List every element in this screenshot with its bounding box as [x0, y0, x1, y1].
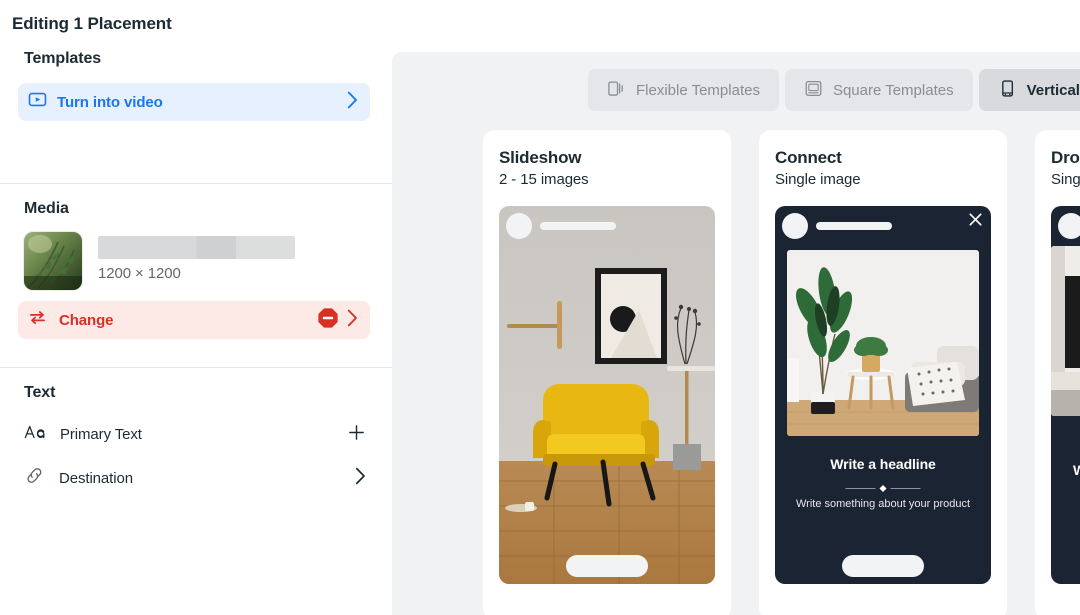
connect-headline: Write a headline: [830, 456, 936, 472]
card-subtitle: Single: [1051, 171, 1080, 188]
tab-flexible-templates-label: Flexible Templates: [636, 81, 760, 99]
drop-preview[interactable]: W: [1051, 206, 1080, 584]
template-card-slideshow[interactable]: Slideshow 2 - 15 images: [483, 130, 731, 615]
connect-preview[interactable]: Write a headline Write something about y…: [775, 206, 991, 584]
card-subtitle: 2 - 15 images: [499, 171, 589, 188]
destination-row[interactable]: Destination: [12, 456, 380, 500]
media-meta: 1200 × 1200: [98, 232, 295, 282]
play-video-icon: [28, 90, 47, 114]
templates-heading: Templates: [24, 50, 102, 67]
tab-square-templates[interactable]: Square Templates: [784, 69, 973, 111]
avatar: [506, 213, 532, 239]
close-icon[interactable]: [968, 212, 983, 230]
media-thumbnail[interactable]: [24, 232, 82, 290]
templates-panel: Flexible Templates Square Templates Vert…: [392, 52, 1080, 615]
template-card-connect[interactable]: Connect Single image Write a headline Wr…: [759, 130, 1007, 615]
drop-photo: [1051, 246, 1080, 416]
template-card-drop[interactable]: Drop Single: [1035, 130, 1080, 615]
left-sidebar: Editing 1 Placement Templates Turn into …: [0, 0, 392, 615]
card-subtitle: Single image: [775, 171, 861, 188]
card-title: Slideshow: [499, 148, 582, 167]
vertical-templates-icon: [998, 79, 1017, 102]
templates-section: Templates Turn into video: [0, 34, 392, 183]
media-file-row: 1200 × 1200: [24, 232, 380, 290]
connect-photo: [787, 250, 979, 436]
media-heading: Media: [24, 200, 69, 217]
tab-vertical-templates-label: Vertical Templates: [1026, 81, 1080, 99]
turn-into-video-label: Turn into video: [57, 93, 163, 111]
tab-flexible-templates[interactable]: Flexible Templates: [588, 69, 779, 111]
text-heading: Text: [24, 384, 56, 401]
chevron-right-icon[interactable]: [355, 467, 366, 490]
placeholder-name-bar: [540, 222, 616, 230]
error-octagon-icon: [317, 307, 339, 334]
home-indicator: [842, 555, 924, 577]
page-title: Editing 1 Placement: [12, 14, 172, 33]
drop-headline-partial: W: [1073, 462, 1080, 478]
tab-vertical-templates[interactable]: Vertical Templates: [978, 69, 1080, 111]
ornament-divider: [845, 484, 921, 493]
change-media-button[interactable]: Change: [18, 301, 370, 339]
card-title: Drop: [1051, 148, 1080, 167]
media-section: Media 1200 × 1200 Change: [0, 184, 392, 339]
plus-icon[interactable]: [347, 423, 366, 446]
home-indicator: [566, 555, 648, 577]
swap-arrows-icon: [28, 308, 47, 332]
change-media-label: Change: [59, 311, 114, 329]
connect-body-text: Write something about your product: [795, 498, 971, 510]
primary-text-label: Primary Text: [60, 425, 142, 443]
redacted-filename: [98, 236, 295, 259]
flexible-templates-icon: [607, 79, 626, 102]
text-section: Text Primary Text Destination: [0, 368, 392, 500]
square-templates-icon: [804, 79, 823, 102]
avatar: [782, 213, 808, 239]
turn-into-video-button[interactable]: Turn into video: [18, 83, 370, 121]
link-icon: [24, 465, 45, 491]
placeholder-name-bar: [816, 222, 892, 230]
template-cards-list: Slideshow 2 - 15 images Connect Single i…: [483, 130, 1080, 615]
text-format-icon: [24, 423, 46, 446]
placement-editor-app: Editing 1 Placement Templates Turn into …: [0, 0, 1080, 615]
template-type-tabs: Flexible Templates Square Templates Vert…: [588, 69, 1080, 111]
avatar: [1058, 213, 1080, 239]
card-title: Connect: [775, 148, 842, 167]
slideshow-preview[interactable]: [499, 206, 715, 584]
tab-square-templates-label: Square Templates: [832, 81, 954, 99]
chevron-right-icon: [347, 91, 358, 114]
destination-label: Destination: [59, 469, 133, 487]
chevron-right-icon: [347, 309, 358, 332]
media-dimensions: 1200 × 1200: [98, 265, 181, 282]
primary-text-row[interactable]: Primary Text: [12, 412, 380, 456]
